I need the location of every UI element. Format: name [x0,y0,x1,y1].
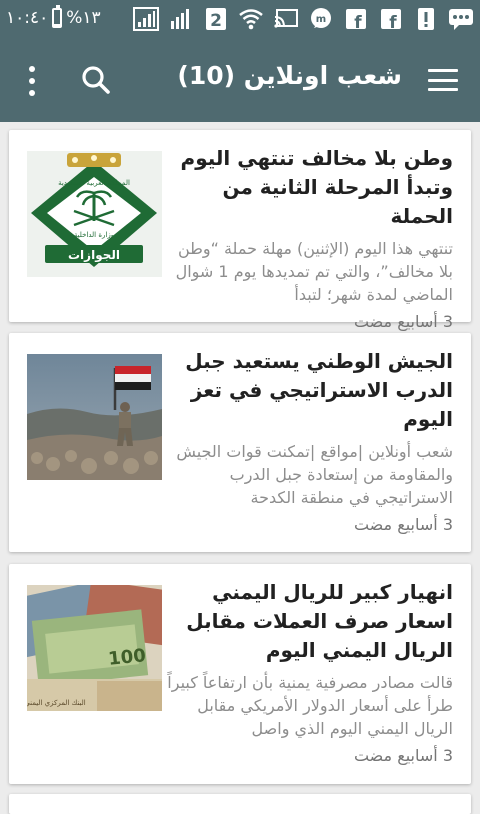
svg-text:f: f [389,13,397,30]
article-time: 3 أسابيع مضت [353,312,453,331]
article-summary: قالت مصادر مصرفية يمنية بأن ارتفاعاً كبي… [167,673,453,738]
article-time: 3 أسابيع مضت [353,746,453,765]
seal-text-banner: الجوازات [68,248,120,263]
facebook-icon: f [378,6,404,32]
banknote-denomination: 100 [107,645,147,670]
article-summary: تنتهي هذا اليوم (الإثنين) مهلة حملة “وطن… [175,239,453,304]
article-summary: شعب أونلاين |مواقع |تمكنت قوات الجيش وال… [176,442,453,507]
article-card[interactable]: المملكة العربية السعودية وزارة الداخلية … [9,130,471,331]
article-time: 3 أسابيع مضت [353,515,453,534]
menu-icon[interactable] [428,69,458,91]
signal-bars-icon [168,6,194,32]
battery-percent: %١٣ [66,8,101,28]
notification-icons: 2 m f f [133,6,474,32]
seal-text-middle: وزارة الداخلية [74,231,114,239]
article-thumbnail: المملكة العربية السعودية وزارة الداخلية … [27,151,162,277]
signal-bars-icon [133,6,159,32]
article-thumbnail: 100 البنك المركزي اليمني [11,579,171,711]
messenger-icon: m [308,6,334,32]
battery-icon [52,5,63,28]
banknote-text: البنك المركزي اليمني [27,699,86,707]
cast-icon [273,6,299,32]
article-text: انهيار كبير للريال اليمني اسعار صرف العم… [167,578,453,765]
status-bar: ١٠:٤٠ %١٣ 2 m f f [0,0,480,38]
article-headline: الجيش الوطني يستعيد جبل الدرب الاستراتيج… [185,349,453,431]
svg-text:2: 2 [210,11,222,31]
article-headline: انهيار كبير للريال اليمني اسعار صرف العم… [186,580,453,662]
article-text: وطن بلا مخالف تنتهي اليوم وتبدأ المرحلة … [167,144,453,331]
article-card[interactable]: الجيش الوطني يستعيد جبل الدرب الاستراتيج… [9,333,471,552]
article-card[interactable]: 100 البنك المركزي اليمني انهيار كبير للر… [9,564,471,784]
clock: ١٠:٤٠ [6,8,49,28]
page-title: شعب اونلاين (10) [177,61,402,90]
article-text: الجيش الوطني يستعيد جبل الدرب الاستراتيج… [167,347,453,534]
wifi-icon [238,6,264,32]
status-left: ١٠:٤٠ %١٣ [6,5,101,28]
alert-icon [413,6,439,32]
article-headline: وطن بلا مخالف تنتهي اليوم وتبدأ المرحلة … [180,146,453,228]
chat-bubble-icon [448,6,474,32]
sim-2-icon: 2 [203,6,229,32]
overflow-menu-icon[interactable] [26,66,38,96]
facebook-icon: f [343,6,369,32]
svg-text:m: m [316,14,326,25]
search-icon[interactable] [80,64,112,96]
article-card[interactable] [9,794,471,814]
seal-text-top: المملكة العربية السعودية [58,179,130,187]
app-bar: شعب اونلاين (10) [0,38,480,122]
svg-text:f: f [354,13,362,30]
article-thumbnail [27,354,162,480]
